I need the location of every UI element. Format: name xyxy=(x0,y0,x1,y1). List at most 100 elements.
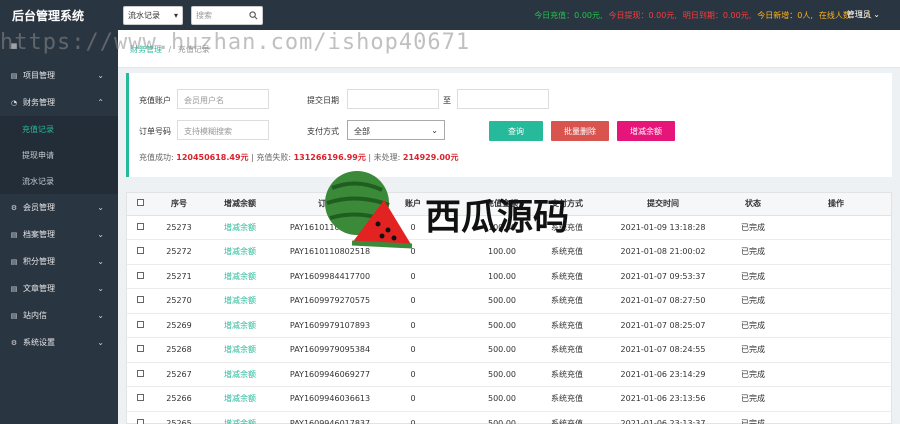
row-method: 系统充值 xyxy=(533,337,601,363)
adjust-balance-button[interactable]: 增减余额 xyxy=(617,121,675,141)
row-checkbox[interactable] xyxy=(136,345,144,353)
row-order: PAY1609946017837 xyxy=(275,411,385,424)
col-adjust: 增减余额 xyxy=(205,193,275,216)
row-checkbox[interactable] xyxy=(136,271,144,279)
row-actions xyxy=(781,362,891,387)
sidebar-sub-flow[interactable]: 流水记录 xyxy=(0,168,118,194)
row-time: 2021-01-07 09:53:37 xyxy=(601,264,725,289)
admin-menu[interactable]: 管理员 ⌄ xyxy=(847,9,880,20)
table-row: 25271 增减余额 PAY1609984417700 0 100.00 系统充值 2021… xyxy=(127,264,891,289)
row-checkbox[interactable] xyxy=(136,320,144,328)
stat-tomorrow-due: 明日到期：0.00元, xyxy=(682,10,752,20)
row-order: PAY1609946069277 xyxy=(275,362,385,387)
row-account: 0 xyxy=(385,313,441,338)
row-checkbox[interactable] xyxy=(136,394,144,402)
row-id: 25271 xyxy=(153,264,205,289)
row-select-cell[interactable] xyxy=(127,337,153,363)
adjust-balance-link[interactable]: 增减余额 xyxy=(205,362,275,387)
sidebar-item-projects[interactable]: ▤ 项目管理 ⌄ xyxy=(0,62,118,89)
row-status: 已完成 xyxy=(725,362,781,387)
row-order: PAY1609979107893 xyxy=(275,313,385,338)
sidebar-item-label: 积分管理 xyxy=(23,257,55,266)
row-select-cell[interactable] xyxy=(127,362,153,387)
adjust-balance-link[interactable]: 增减余额 xyxy=(205,239,275,265)
row-select-cell[interactable] xyxy=(127,239,153,265)
row-method: 系统充值 xyxy=(533,411,601,424)
table-row: 25268 增减余额 PAY1609979095384 0 500.00 系统充值 2021… xyxy=(127,337,891,363)
sidebar-item-members[interactable]: ⚙ 会员管理 ⌄ xyxy=(0,194,118,221)
sidebar-item-points[interactable]: ▤ 积分管理 ⌄ xyxy=(0,248,118,275)
account-input[interactable]: 会员用户名 xyxy=(177,89,269,109)
row-time: 2021-01-07 08:27:50 xyxy=(601,288,725,314)
row-account: 0 xyxy=(385,288,441,314)
row-order: PAY1609984417700 xyxy=(275,264,385,289)
date-end-input[interactable] xyxy=(457,89,549,109)
order-placeholder: 支持模糊搜索 xyxy=(184,127,232,136)
adjust-balance-link[interactable]: 增减余额 xyxy=(205,386,275,412)
row-status: 已完成 xyxy=(725,337,781,363)
module-select[interactable]: 流水记录 ▾ xyxy=(123,5,183,25)
row-select-cell[interactable] xyxy=(127,313,153,338)
row-select-cell[interactable] xyxy=(127,386,153,412)
brand-title: 后台管理系统 xyxy=(12,8,85,23)
row-actions xyxy=(781,411,891,424)
row-id: 25272 xyxy=(153,239,205,265)
summary-fail-label: | 充值失败: xyxy=(251,153,292,162)
row-status: 已完成 xyxy=(725,313,781,338)
adjust-balance-link[interactable]: 增减余额 xyxy=(205,215,275,240)
sidebar-item-finance[interactable]: ◔ 财务管理 ⌃ xyxy=(0,89,118,116)
sidebar-item-label: 系统设置 xyxy=(23,338,55,347)
row-checkbox[interactable] xyxy=(136,296,144,304)
sidebar-item-settings[interactable]: ⚙ 系统设置 ⌄ xyxy=(0,329,118,356)
pay-method-label: 支付方式 xyxy=(307,127,339,136)
batch-delete-button[interactable]: 批量删除 xyxy=(551,121,609,141)
row-checkbox[interactable] xyxy=(136,247,144,255)
row-order: PAY1609979270575 xyxy=(275,288,385,314)
row-select-cell[interactable] xyxy=(127,215,153,240)
stat-today-withdraw: 今日提现：0.00元, xyxy=(608,10,677,20)
sidebar-item-archives[interactable]: ▤ 档案管理 ⌄ xyxy=(0,221,118,248)
row-checkbox[interactable] xyxy=(136,369,144,377)
sidebar: ▦ ▤ 项目管理 ⌄ ◔ 财务管理 ⌃ 充值记录 提现申请 流水记录 ⚙ 会员管… xyxy=(0,30,118,424)
adjust-balance-link[interactable]: 增减余额 xyxy=(205,411,275,424)
row-time: 2021-01-08 21:00:02 xyxy=(601,239,725,265)
query-button[interactable]: 查询 xyxy=(489,121,543,141)
chevron-down-icon: ⌄ xyxy=(97,230,104,239)
row-actions xyxy=(781,313,891,338)
row-method: 系统充值 xyxy=(533,362,601,387)
adjust-balance-link[interactable]: 增减余额 xyxy=(205,264,275,289)
row-select-cell[interactable] xyxy=(127,288,153,314)
row-select-cell[interactable] xyxy=(127,264,153,289)
sidebar-sub-withdraw[interactable]: 提现申请 xyxy=(0,142,118,168)
sidebar-sub-recharge[interactable]: 充值记录 xyxy=(0,116,118,142)
pay-method-value: 全部 xyxy=(354,127,370,136)
row-checkbox[interactable] xyxy=(136,222,144,230)
row-amount: 500.00 xyxy=(471,288,533,314)
sidebar-item-articles[interactable]: ▤ 文章管理 ⌄ xyxy=(0,275,118,302)
table-row: 25265 增减余额 PAY1609946017837 0 500.00 系统充值 2021… xyxy=(127,411,891,424)
row-method: 系统充值 xyxy=(533,313,601,338)
row-status: 已完成 xyxy=(725,411,781,424)
row-amount: 500.00 xyxy=(471,337,533,363)
search-icon[interactable] xyxy=(249,10,258,20)
row-method: 系统充值 xyxy=(533,288,601,314)
pay-method-select[interactable]: 全部 ⌄ xyxy=(347,120,445,140)
row-id: 25273 xyxy=(153,215,205,240)
row-checkbox[interactable] xyxy=(136,418,144,424)
date-start-input[interactable] xyxy=(347,89,439,109)
adjust-balance-link[interactable]: 增减余额 xyxy=(205,288,275,314)
select-all-checkbox[interactable] xyxy=(136,199,144,207)
row-blank xyxy=(441,411,471,424)
summary-ok-value: 120450618.49元 xyxy=(176,153,249,162)
adjust-balance-link[interactable]: 增减余额 xyxy=(205,313,275,338)
row-account: 0 xyxy=(385,264,441,289)
sidebar-item-messages[interactable]: ▤ 站内信 ⌄ xyxy=(0,302,118,329)
watermark-brand: 西瓜源码 xyxy=(425,197,570,238)
order-input[interactable]: 支持模糊搜索 xyxy=(177,120,269,140)
adjust-balance-link[interactable]: 增减余额 xyxy=(205,337,275,363)
row-account: 0 xyxy=(385,386,441,412)
row-select-cell[interactable] xyxy=(127,411,153,424)
search-input[interactable]: 搜索 xyxy=(191,5,263,25)
select-all-header[interactable] xyxy=(127,193,153,216)
list-icon: ▤ xyxy=(10,230,18,239)
